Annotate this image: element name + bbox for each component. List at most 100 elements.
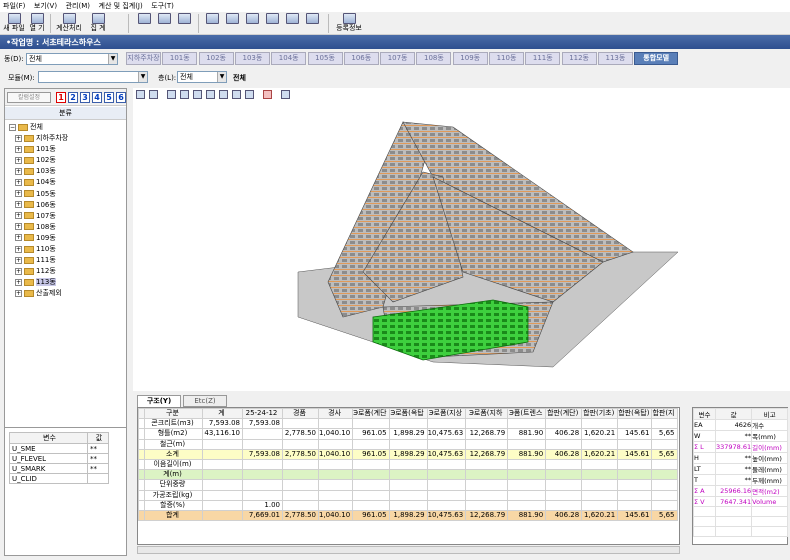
table-row[interactable]: 소계 7,593.08 2,778.50 1,040.10 961.05 1,898.29…: [138, 448, 678, 460]
right-table-row[interactable]: Σ A 25966.16 면적(m2): [693, 485, 788, 497]
table-row[interactable]: 철근(m): [138, 438, 678, 450]
right-table-row[interactable]: Σ L 337978.61 길이(mm): [693, 441, 788, 453]
column-header[interactable]: Э로폼(계단: [352, 408, 390, 420]
right-table-row[interactable]: W ** 폭(mm): [693, 430, 788, 442]
tree-item[interactable]: +112동: [15, 266, 56, 276]
tree-item[interactable]: +108동: [15, 222, 56, 232]
expand-icon[interactable]: +: [15, 278, 22, 286]
column-header[interactable]: 합판(계단): [545, 408, 583, 420]
table-row[interactable]: 합계 7,669.01 2,778.50 1,040.10 961.05 1,898.29…: [138, 509, 678, 522]
expand-icon[interactable]: +: [15, 212, 22, 220]
column-header[interactable]: 계: [202, 408, 243, 420]
right-table-row[interactable]: EA 4626 개수: [693, 419, 788, 431]
tree-item[interactable]: +106동: [15, 200, 56, 210]
column-header[interactable]: 합판(기초): [581, 408, 619, 420]
tree-item[interactable]: + 산출제외: [15, 288, 62, 298]
menu-manage[interactable]: 관리(M): [63, 0, 93, 12]
open-button[interactable]: 열 기: [28, 13, 46, 34]
column-header[interactable]: 25-24-12: [242, 408, 283, 420]
column-header[interactable]: Э폼(트렌스: [507, 408, 547, 420]
table-row[interactable]: 단위중량: [138, 479, 678, 491]
table-row[interactable]: 콘크리트(m3) 7,593.08 7,593.08: [138, 418, 678, 430]
view-iso-icon[interactable]: [245, 90, 254, 99]
column-header[interactable]: 경사: [317, 408, 354, 420]
expand-icon[interactable]: +: [15, 145, 22, 153]
right-table-row[interactable]: LT ** 둘레(mm): [693, 463, 788, 475]
view-bottom-icon[interactable]: [232, 90, 241, 99]
tool-button[interactable]: [284, 13, 300, 34]
tree-item[interactable]: +107동: [15, 211, 56, 221]
floor-select[interactable]: 전체 ▼: [177, 71, 227, 83]
dong-tab[interactable]: 112동: [561, 52, 597, 65]
tree-item[interactable]: +113동: [15, 277, 56, 287]
column-header[interactable]: Э로폼(옥탑: [388, 408, 428, 420]
level-3-button[interactable]: 3: [80, 92, 90, 103]
expand-icon[interactable]: +: [15, 178, 22, 186]
right-table-row[interactable]: T ** 두께(mm): [693, 474, 788, 486]
dong-tab[interactable]: 102동: [198, 52, 234, 65]
view-left-icon[interactable]: [193, 90, 202, 99]
collapse-icon[interactable]: −: [9, 123, 16, 131]
dong-tab[interactable]: 109동: [452, 52, 488, 65]
dong-tab[interactable]: 104동: [271, 52, 307, 65]
view-back-icon[interactable]: [180, 90, 189, 99]
expand-icon[interactable]: +: [15, 201, 22, 209]
right-table-row[interactable]: Σ V 7647.341 Volume: [693, 496, 788, 507]
var-row[interactable]: U_SME **: [9, 443, 110, 454]
dong-tab[interactable]: 지하주차장: [126, 52, 161, 65]
tree-item[interactable]: +111동: [15, 255, 56, 265]
expand-icon[interactable]: +: [15, 156, 22, 164]
column-header[interactable]: Э로폼(지상: [426, 408, 467, 420]
table-row[interactable]: 이음길이(m): [138, 458, 678, 471]
level-5-button[interactable]: 5: [104, 92, 114, 103]
right-table-row[interactable]: [693, 526, 788, 537]
3d-viewport[interactable]: [133, 88, 790, 391]
view-right-icon[interactable]: [206, 90, 215, 99]
tab-structure[interactable]: 구조(Y): [137, 395, 181, 407]
aggregate-button[interactable]: 집 계: [86, 13, 110, 34]
dong-tab[interactable]: 101동: [162, 52, 198, 65]
dong-tab[interactable]: 111동: [525, 52, 561, 65]
list-icon[interactable]: [263, 90, 272, 99]
tree-item[interactable]: +109동: [15, 233, 56, 243]
calc-button[interactable]: 계산처리: [54, 13, 84, 34]
dong-tab[interactable]: 108동: [416, 52, 452, 65]
expand-icon[interactable]: +: [15, 190, 22, 197]
column-settings-button[interactable]: 칼럼설정: [7, 92, 51, 103]
right-table-row[interactable]: [693, 516, 788, 527]
tool-button[interactable]: [136, 13, 152, 34]
horizontal-scrollbar[interactable]: [137, 546, 680, 554]
expand-icon[interactable]: +: [15, 267, 22, 275]
level-6-button[interactable]: 6: [116, 92, 126, 103]
level-2-button[interactable]: 2: [68, 92, 78, 103]
expand-icon[interactable]: +: [15, 223, 22, 231]
tool-button[interactable]: [264, 13, 280, 34]
dong-select[interactable]: 전체 ▼: [26, 53, 118, 65]
expand-icon[interactable]: +: [15, 256, 22, 264]
var-row[interactable]: U_CLID: [9, 473, 110, 484]
view-select-icon[interactable]: [149, 90, 158, 99]
tree-item[interactable]: +104동: [15, 177, 56, 187]
table-row[interactable]: 할증(%) 1.00: [138, 499, 678, 511]
view-front-icon[interactable]: [167, 90, 176, 99]
table-row[interactable]: 형틀(m2) 43,116.10 2,778.50 1,040.10 961.05 1,8…: [138, 428, 678, 440]
tree-item[interactable]: +101동: [15, 144, 56, 154]
right-table-row[interactable]: H ** 높이(mm): [693, 452, 788, 464]
expand-icon[interactable]: +: [15, 234, 22, 242]
table-row[interactable]: 계(m): [138, 469, 678, 481]
dong-tab[interactable]: 107동: [380, 52, 416, 65]
column-header[interactable]: 구분: [144, 408, 203, 420]
dong-tab[interactable]: 105동: [307, 52, 343, 65]
var-row[interactable]: U_SMARK **: [9, 463, 110, 474]
tool-button[interactable]: [304, 13, 320, 34]
expand-icon[interactable]: +: [15, 167, 22, 175]
expand-icon[interactable]: +: [15, 245, 22, 253]
menu-calc[interactable]: 계산 및 집계(J): [96, 0, 146, 12]
right-table-row[interactable]: [693, 506, 788, 517]
view-top-icon[interactable]: [219, 90, 228, 99]
table-row[interactable]: 가공조립(kg): [138, 489, 678, 501]
tree-item[interactable]: +105동: [15, 189, 56, 199]
dong-tab[interactable]: 103동: [234, 52, 270, 65]
tool-button[interactable]: [244, 13, 260, 34]
tree-item[interactable]: + 지하주차장: [15, 133, 68, 143]
